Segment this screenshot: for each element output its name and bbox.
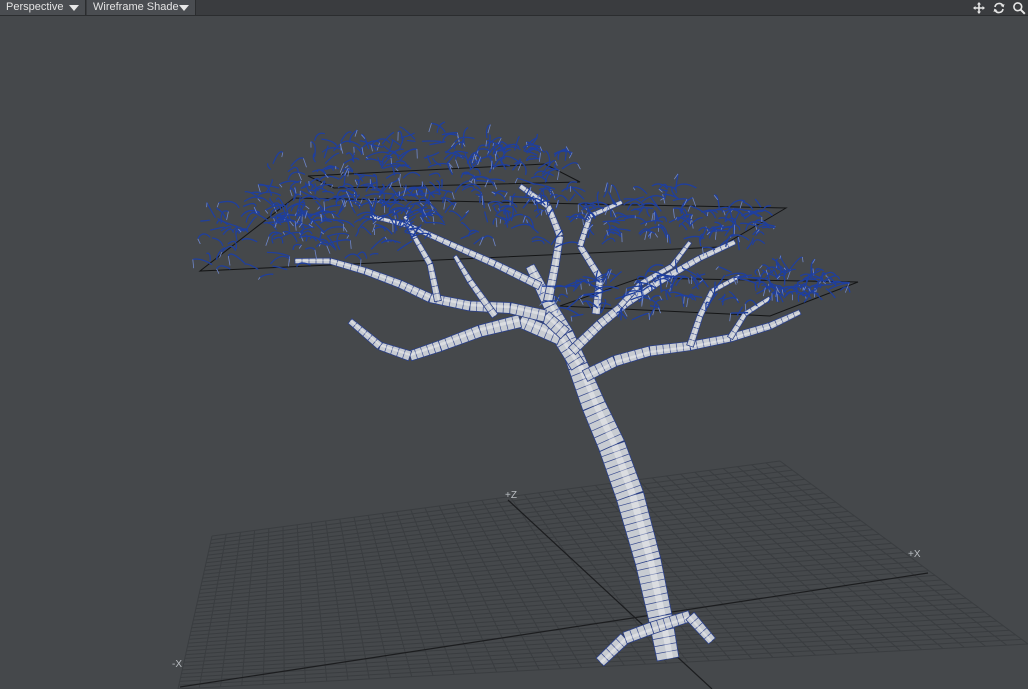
axis-label-z-pos: +Z xyxy=(505,490,517,501)
rotate-view-icon[interactable] xyxy=(990,0,1008,15)
chevron-down-icon xyxy=(179,5,189,11)
move-view-icon[interactable] xyxy=(970,0,988,15)
view-mode-dropdown[interactable]: Perspective xyxy=(0,0,86,15)
viewport-header: Perspective Wireframe Shade xyxy=(0,0,1028,16)
axis-label-x-neg: -X xyxy=(172,659,182,670)
shading-mode-dropdown[interactable]: Wireframe Shade xyxy=(87,0,196,15)
zoom-view-icon[interactable] xyxy=(1010,0,1028,15)
scene-canvas[interactable]: +Z +X -X xyxy=(0,16,1028,689)
tree-foliage-wireframe xyxy=(192,121,851,322)
shading-mode-label: Wireframe Shade xyxy=(93,1,179,13)
chevron-down-icon xyxy=(69,5,79,11)
axis-label-x-pos: +X xyxy=(908,549,921,560)
view-mode-label: Perspective xyxy=(6,1,64,13)
perspective-viewport[interactable]: Perspective Wireframe Shade +Z +X -X xyxy=(0,0,1028,689)
